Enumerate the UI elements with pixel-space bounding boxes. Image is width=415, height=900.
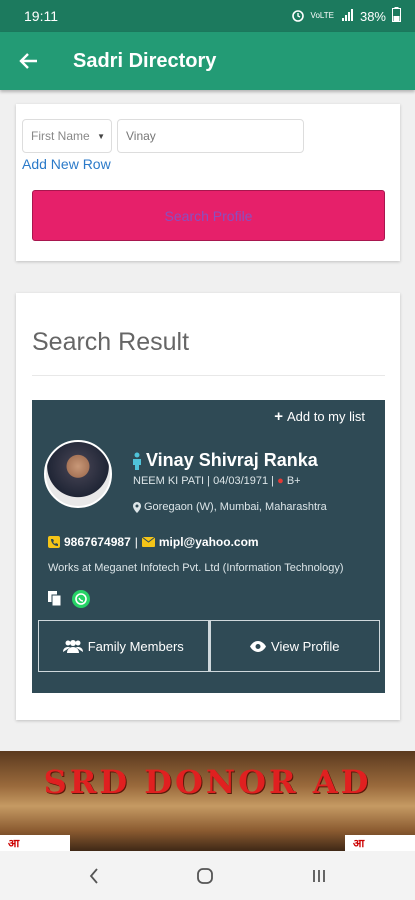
field-select-value: First Name <box>31 129 90 143</box>
profile-card: + Add to my list Vinay Shivraj Ranka NEE… <box>32 400 385 693</box>
ad-logo-left: आ <box>0 835 70 851</box>
email-icon <box>141 537 155 547</box>
ad-banner[interactable]: SRD DONOR AD आ आ <box>0 751 415 851</box>
male-person-icon <box>133 452 141 470</box>
nav-recents-icon[interactable] <box>311 868 327 884</box>
search-profile-button[interactable]: Search Profile <box>32 190 385 241</box>
nav-home-icon[interactable] <box>196 867 214 885</box>
contact-separator: | <box>134 535 138 549</box>
work-info: Works at Meganet Infotech Pvt. Ltd (Info… <box>48 562 344 574</box>
add-new-row-link[interactable]: Add New Row <box>22 156 111 172</box>
results-heading: Search Result <box>32 328 190 356</box>
page-title: Sadri Directory <box>73 49 217 72</box>
map-pin-icon <box>133 501 141 513</box>
users-icon <box>62 640 83 653</box>
action-icons <box>48 590 90 608</box>
add-to-list-button[interactable]: + Add to my list <box>274 408 365 425</box>
status-icons: VoLTE 38% <box>291 7 401 25</box>
blood-drop-icon: ● <box>277 475 284 487</box>
signal-icon <box>340 8 354 25</box>
search-results-card: Search Result + Add to my list Vinay Shi… <box>16 293 400 720</box>
nav-back-icon[interactable] <box>88 867 100 885</box>
family-members-button[interactable]: Family Members <box>38 620 209 672</box>
phone-icon <box>48 536 60 548</box>
field-select[interactable]: First Name ▼ <box>22 119 112 153</box>
location-text: Goregaon (W), Mumbai, Maharashtra <box>144 501 327 513</box>
battery-icon <box>392 7 401 25</box>
app-bar: Sadri Directory <box>0 32 415 90</box>
dropdown-caret-icon: ▼ <box>97 131 105 141</box>
network-icon: VoLTE <box>310 11 334 20</box>
profile-meta: NEEM KI PATI | 04/03/1971 | ● B+ <box>133 475 301 487</box>
view-profile-label: View Profile <box>271 638 340 654</box>
view-profile-button[interactable]: View Profile <box>208 620 380 672</box>
plus-icon: + <box>274 408 283 425</box>
copy-icon[interactable] <box>48 591 62 607</box>
alarm-icon <box>291 8 305 25</box>
status-bar: 19:11 VoLTE 38% <box>0 0 415 32</box>
search-value-input[interactable]: Vinay <box>117 119 304 153</box>
divider <box>32 375 385 376</box>
contact-row: 9867674987 | mipl@yahoo.com <box>48 535 259 549</box>
system-nav-bar <box>0 851 415 900</box>
eye-icon <box>250 640 267 652</box>
ad-logo-right: आ <box>345 835 415 851</box>
whatsapp-icon[interactable] <box>72 590 90 608</box>
blood-group: B+ <box>286 475 301 487</box>
add-to-list-label: Add to my list <box>286 409 365 424</box>
phone-number[interactable]: 9867674987 <box>64 535 131 549</box>
arrow-left-icon <box>19 53 37 69</box>
ad-banner-text: SRD DONOR AD <box>43 763 372 801</box>
family-members-label: Family Members <box>87 638 184 654</box>
avatar[interactable] <box>44 440 112 508</box>
back-button[interactable] <box>0 32 58 90</box>
battery-level: 38% <box>359 8 386 24</box>
profile-name[interactable]: Vinay Shivraj Ranka <box>146 450 318 471</box>
profile-meta-text: NEEM KI PATI | 04/03/1971 | <box>133 475 275 487</box>
profile-actions: Family Members View Profile <box>38 620 380 672</box>
email-address[interactable]: mipl@yahoo.com <box>159 535 259 549</box>
search-form-card: First Name ▼ Vinay Add New Row Search Pr… <box>16 104 400 261</box>
status-time: 19:11 <box>24 8 58 24</box>
profile-location: Goregaon (W), Mumbai, Maharashtra <box>133 501 327 513</box>
